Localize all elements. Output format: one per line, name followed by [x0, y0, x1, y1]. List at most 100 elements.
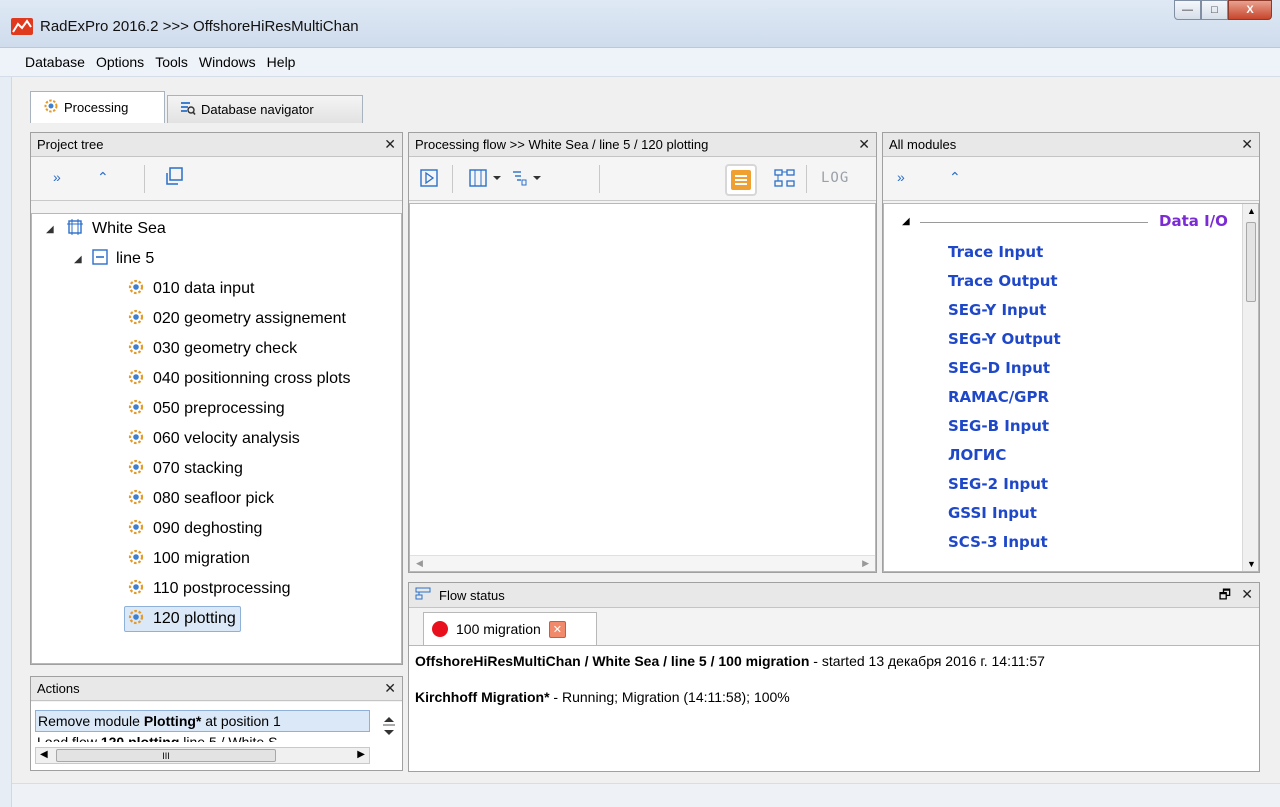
module-item[interactable]: Trace Output — [948, 272, 1058, 290]
gear-icon — [43, 98, 59, 117]
project-tree: ◢ White Sea ◢ line 5 010 data input 020 … — [31, 213, 402, 664]
module-item[interactable]: ЛОГИС — [948, 446, 1006, 464]
expand-all-button[interactable]: » — [897, 169, 905, 185]
tree-node-line-5[interactable]: ◢ line 5 — [74, 246, 154, 272]
collapse-all-button[interactable]: ⌃ — [949, 169, 961, 186]
gear-icon — [127, 578, 145, 601]
module-item[interactable]: SEG-2 Input — [948, 475, 1048, 493]
modules-vertical-scrollbar[interactable]: ▲ ▼ — [1242, 204, 1258, 571]
module-item[interactable]: Trace Input — [948, 243, 1043, 261]
replica-icon[interactable] — [511, 168, 547, 191]
line-icon — [92, 248, 108, 270]
tree-flow-item-selected[interactable]: 120 plotting — [124, 606, 241, 632]
actions-horizontal-scrollbar[interactable]: ◀ III ▶ — [35, 747, 370, 764]
module-item[interactable]: SEG-Y Output — [948, 330, 1061, 348]
minimize-button[interactable]: — — [1174, 0, 1201, 20]
scroll-right-icon[interactable]: ▶ — [357, 749, 365, 760]
tree-flow-item[interactable]: 070 stacking — [127, 456, 243, 482]
action-text: Load flow — [37, 734, 101, 742]
module-item[interactable]: SEG-B Input — [948, 417, 1049, 435]
scroll-thumb-grip: III — [162, 751, 170, 761]
tab-database-navigator[interactable]: Database navigator — [167, 95, 363, 123]
tree-flow-item[interactable]: 040 positionning cross plots — [127, 366, 350, 392]
log-button[interactable]: LOG — [821, 170, 849, 186]
scroll-thumb[interactable]: III — [56, 749, 276, 762]
tree-flow-item[interactable]: 110 postprocessing — [127, 576, 291, 602]
tree-flow-item[interactable]: 090 deghosting — [127, 516, 262, 542]
batch-mode-icon[interactable] — [469, 168, 505, 191]
processing-flow-canvas[interactable]: ◀ ▶ — [409, 203, 876, 572]
menu-options[interactable]: Options — [96, 54, 144, 70]
tree-flow-item[interactable]: 080 seafloor pick — [127, 486, 274, 512]
module-item[interactable]: GSSI Input — [948, 504, 1037, 522]
all-modules-close-button[interactable]: ✕ — [1241, 136, 1253, 153]
maximize-button[interactable]: □ — [1201, 0, 1228, 20]
graph-view-icon[interactable] — [774, 168, 796, 191]
module-item[interactable]: SEG-Y Input — [948, 301, 1046, 319]
toolbar-separator — [806, 165, 807, 193]
restore-panel-icon[interactable]: 🗗 — [1219, 586, 1231, 608]
menu-tools[interactable]: Tools — [155, 54, 188, 70]
action-item-partial[interactable]: Load flow 120 plotting line 5 / White S — [37, 734, 370, 742]
project-tree-close-button[interactable]: ✕ — [384, 136, 396, 153]
window-title: RadExPro 2016.2 >>> OffshoreHiResMultiCh… — [40, 18, 359, 35]
menu-windows[interactable]: Windows — [199, 54, 256, 70]
toolbar-separator — [144, 165, 145, 193]
close-window-button[interactable]: X — [1228, 0, 1272, 20]
category-divider — [920, 222, 1148, 223]
tree-flow-item[interactable]: 020 geometry assignement — [127, 306, 346, 332]
all-modules-title: All modules — [889, 137, 957, 152]
tab-processing[interactable]: Processing — [30, 91, 165, 123]
project-tree-title: Project tree — [37, 137, 104, 152]
action-item-selected[interactable]: Remove module Plotting* at position 1 — [35, 710, 370, 732]
scroll-left-icon[interactable]: ◀ — [416, 558, 423, 569]
action-text-suffix: at position 1 — [201, 713, 281, 729]
scroll-left-icon[interactable]: ◀ — [40, 749, 48, 760]
actions-list: Remove module Plotting* at position 1 Lo… — [31, 702, 402, 770]
flow-status-header: Flow status 🗗 ✕ — [409, 583, 1259, 608]
scroll-up-icon[interactable]: ▲ — [1247, 206, 1256, 216]
collapse-all-button[interactable]: ⌃ — [97, 169, 109, 186]
scroll-right-icon[interactable]: ▶ — [862, 558, 869, 569]
tree-flow-item[interactable]: 050 preprocessing — [127, 396, 285, 422]
flow-horizontal-scrollbar[interactable]: ◀ ▶ — [410, 555, 875, 571]
tree-node-white-sea[interactable]: ◢ White Sea — [46, 216, 166, 242]
gear-icon — [127, 368, 145, 391]
run-flow-icon[interactable] — [420, 169, 438, 190]
tree-flow-item[interactable]: 060 velocity analysis — [127, 426, 300, 452]
module-item[interactable]: SCS-3 Input — [948, 533, 1048, 551]
tree-flow-label: 070 stacking — [153, 460, 243, 477]
module-item[interactable]: RAMAC/GPR — [948, 388, 1049, 406]
processing-flow-toolbar: LOG — [409, 157, 876, 201]
flow-status-close-button[interactable]: ✕ — [1241, 586, 1253, 603]
gear-icon — [127, 398, 145, 421]
all-modules-toolbar: » ⌃ — [883, 157, 1259, 201]
tree-flow-item[interactable]: 010 data input — [127, 276, 254, 302]
close-tab-icon[interactable]: ✕ — [548, 620, 566, 638]
tree-flow-label: 040 positionning cross plots — [153, 370, 351, 387]
expand-all-button[interactable]: » — [53, 169, 61, 185]
scroll-thumb[interactable] — [1246, 222, 1256, 302]
tree-flow-label: 090 deghosting — [153, 520, 263, 537]
category-data-io[interactable]: Data I/O — [1159, 212, 1228, 230]
copy-icon[interactable] — [164, 167, 184, 190]
scroll-down-icon[interactable]: ▼ — [1247, 559, 1256, 569]
tree-flow-label: 060 velocity analysis — [153, 430, 300, 447]
expanded-arrow-icon: ◢ — [74, 253, 82, 265]
flow-status-tab[interactable]: 100 migration ✕ — [423, 612, 597, 645]
expanded-arrow-icon[interactable]: ◢ — [902, 216, 910, 227]
tab-database-navigator-label: Database navigator — [201, 102, 314, 117]
actions-vertical-scrollbar[interactable] — [380, 706, 398, 744]
processing-flow-close-button[interactable]: ✕ — [858, 136, 870, 153]
menu-database[interactable]: Database — [25, 54, 85, 70]
module-item[interactable]: SEG-D Input — [948, 359, 1050, 377]
gear-icon — [127, 458, 145, 481]
actions-close-button[interactable]: ✕ — [384, 680, 396, 697]
list-view-button[interactable] — [725, 164, 757, 196]
tree-flow-item[interactable]: 030 geometry check — [127, 336, 297, 362]
flow-status-tab-label: 100 migration — [456, 621, 541, 637]
processing-flow-panel: Processing flow >> White Sea / line 5 / … — [408, 132, 877, 573]
flow-status-content: OffshoreHiResMultiChan / White Sea / lin… — [409, 645, 1259, 771]
menu-help[interactable]: Help — [267, 54, 296, 70]
tree-flow-item[interactable]: 100 migration — [127, 546, 250, 572]
